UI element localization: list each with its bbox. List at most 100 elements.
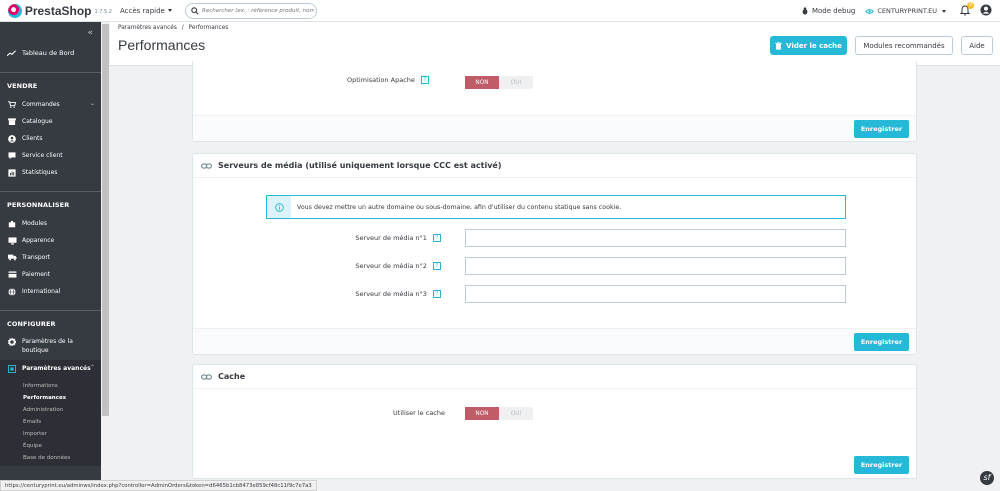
sidebar-item-orders[interactable]: Commandes ⌄ <box>0 96 101 113</box>
media-server-3-label: Serveur de média n°3 ? <box>291 290 441 298</box>
sidebar-section-title: CONFIGURER <box>7 320 56 328</box>
panel-footer: Enregistrer <box>193 452 916 478</box>
sidebar-item-payment[interactable]: Paiement <box>0 266 101 283</box>
sidebar-scrollbar-thumb[interactable] <box>102 24 109 416</box>
user-icon <box>980 4 992 16</box>
media-server-2-input[interactable] <box>465 257 846 275</box>
quick-access-label: Accès rapide <box>120 6 165 15</box>
sidebar-item-label: Transport <box>22 254 51 261</box>
monitor-icon <box>7 236 17 245</box>
main-content: Optimisation Apache ? NON OUI Enregistre… <box>110 61 1000 491</box>
breadcrumb-current[interactable]: Performances <box>189 25 229 31</box>
sidebar-scrollbar[interactable] <box>101 22 110 491</box>
globe-icon <box>7 287 17 296</box>
recommended-modules-label: Modules recommandés <box>863 41 945 50</box>
advanced-submenu: Informations Performances Administration… <box>0 377 101 466</box>
brand[interactable]: PrestaShop 1.7.5.2 <box>0 3 113 18</box>
sidebar-item-statistics[interactable]: Statistiques <box>0 164 101 181</box>
clear-cache-label: Vider le cache <box>786 41 842 50</box>
submenu-item-administration[interactable]: Administration <box>0 404 101 416</box>
gear-icon <box>7 338 17 346</box>
shop-link[interactable]: CENTURYPRINT.EU <box>865 7 946 15</box>
media-server-2-label-text: Serveur de média n°2 <box>355 262 427 270</box>
sidebar-item-customer-service[interactable]: Service client <box>0 147 101 164</box>
puzzle-icon <box>7 220 17 228</box>
account-menu[interactable] <box>980 4 992 18</box>
save-button[interactable]: Enregistrer <box>854 456 909 474</box>
sidebar-item-customers[interactable]: Clients <box>0 130 101 147</box>
caret-down-icon <box>167 9 172 12</box>
page-header: Paramètres avancés / Performances Perfor… <box>110 22 1000 66</box>
search-box[interactable] <box>185 3 317 19</box>
eye-icon <box>865 8 875 14</box>
brand-version: 1.7.5.2 <box>94 9 113 15</box>
help-icon[interactable]: ? <box>421 76 429 84</box>
topbar-right: Mode debug CENTURYPRINT.EU 9 <box>801 0 992 22</box>
media-server-1-label: Serveur de média n°1 ? <box>291 234 441 242</box>
sidebar-item-catalog[interactable]: Catalogue <box>0 113 101 130</box>
apache-optimization-toggle[interactable]: NON OUI <box>465 76 533 89</box>
clear-cache-button[interactable]: Vider le cache <box>770 36 847 55</box>
trash-icon <box>775 41 782 50</box>
sidebar-item-advanced-parameters[interactable]: Paramètres avancés ⌃ <box>0 360 101 377</box>
submenu-item-informations[interactable]: Informations <box>0 380 101 392</box>
help-icon[interactable]: ? <box>433 262 441 270</box>
use-cache-label-text: Utiliser le cache <box>393 409 445 417</box>
sidebar-item-label: Tableau de Bord <box>22 49 75 57</box>
shop-name: CENTURYPRINT.EU <box>877 7 937 15</box>
info-icon <box>267 196 291 218</box>
toggle-yes[interactable]: OUI <box>499 407 533 420</box>
breadcrumb-parent[interactable]: Paramètres avancés <box>118 25 177 31</box>
media-server-1-label-text: Serveur de média n°1 <box>355 234 427 242</box>
save-button[interactable]: Enregistrer <box>854 120 909 138</box>
sidebar-item-shipping[interactable]: Transport <box>0 249 101 266</box>
notifications-button[interactable]: 9 <box>959 1 974 18</box>
sidebar-section-title: VENDRE <box>7 82 38 90</box>
toggle-no[interactable]: NON <box>465 407 499 420</box>
debug-mode-label: Mode debug <box>811 7 856 15</box>
panel-title: Cache <box>218 372 246 381</box>
sidebar-section-customize: PERSONNALISER Modules Apparence Transpor… <box>0 191 101 300</box>
media-server-3-input[interactable] <box>465 285 846 303</box>
chat-icon <box>7 152 17 159</box>
quick-access-menu[interactable]: Accès rapide <box>120 7 172 15</box>
submenu-item-import[interactable]: Importer <box>0 428 101 440</box>
save-button[interactable]: Enregistrer <box>854 333 909 351</box>
sidebar-item-shop-parameters[interactable]: Paramètres de la boutique <box>0 334 101 358</box>
truck-icon <box>7 254 17 261</box>
sidebar-item-modules[interactable]: Modules <box>0 215 101 232</box>
submenu-item-database[interactable]: Base de données <box>0 452 101 464</box>
use-cache-toggle[interactable]: NON OUI <box>465 407 533 420</box>
panel-header: Serveurs de média (utilisé uniquement lo… <box>193 154 916 178</box>
sidebar-item-label: Service client <box>22 152 63 159</box>
prestashop-logo-icon <box>8 3 22 18</box>
settings-box-icon <box>7 364 17 373</box>
store-icon <box>7 118 17 125</box>
submenu-item-performances[interactable]: Performances <box>0 392 101 404</box>
toggle-yes[interactable]: OUI <box>499 76 533 89</box>
panel-footer: Enregistrer <box>193 328 916 354</box>
toggle-no[interactable]: NON <box>465 76 499 89</box>
debug-mode-link[interactable]: Mode debug <box>801 7 855 15</box>
help-icon[interactable]: ? <box>433 290 441 298</box>
cache-panel: Cache Utiliser le cache NON OUI Enregist… <box>192 364 917 479</box>
help-button[interactable]: Aide <box>961 36 993 55</box>
recommended-modules-button[interactable]: Modules recommandés <box>855 36 953 55</box>
submenu-item-emails[interactable]: Emails <box>0 416 101 428</box>
symfony-toolbar-icon[interactable]: sf <box>980 471 994 485</box>
search-input[interactable] <box>202 8 314 14</box>
status-url: https://centuryprint.eu/adminws/index.ph… <box>5 482 312 489</box>
sidebar-item-international[interactable]: International <box>0 283 101 300</box>
submenu-item-team[interactable]: Équipe <box>0 440 101 452</box>
notifications-badge: 9 <box>967 1 974 9</box>
chart-icon <box>7 168 17 177</box>
account-circle-icon <box>7 134 17 143</box>
sidebar-item-label: Paiement <box>22 271 51 278</box>
collapse-sidebar-button[interactable]: « <box>0 22 101 42</box>
link-icon <box>201 162 212 169</box>
sidebar-item-dashboard[interactable]: Tableau de Bord <box>0 42 101 64</box>
media-server-1-input[interactable] <box>465 229 846 247</box>
help-icon[interactable]: ? <box>433 234 441 242</box>
sidebar-item-appearance[interactable]: Apparence <box>0 232 101 249</box>
double-chevron-left-icon: « <box>87 28 93 38</box>
